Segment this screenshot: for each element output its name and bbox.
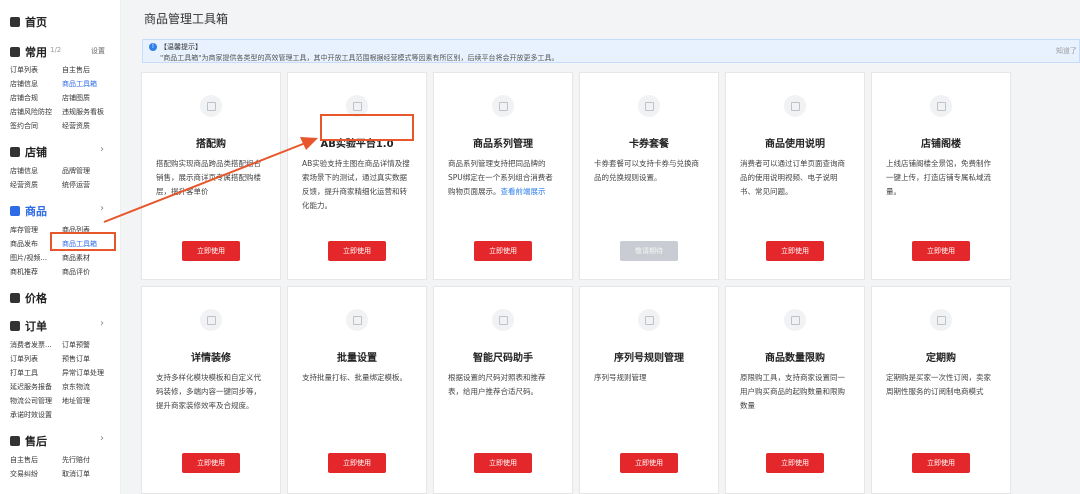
annotation-arrow <box>103 137 318 223</box>
